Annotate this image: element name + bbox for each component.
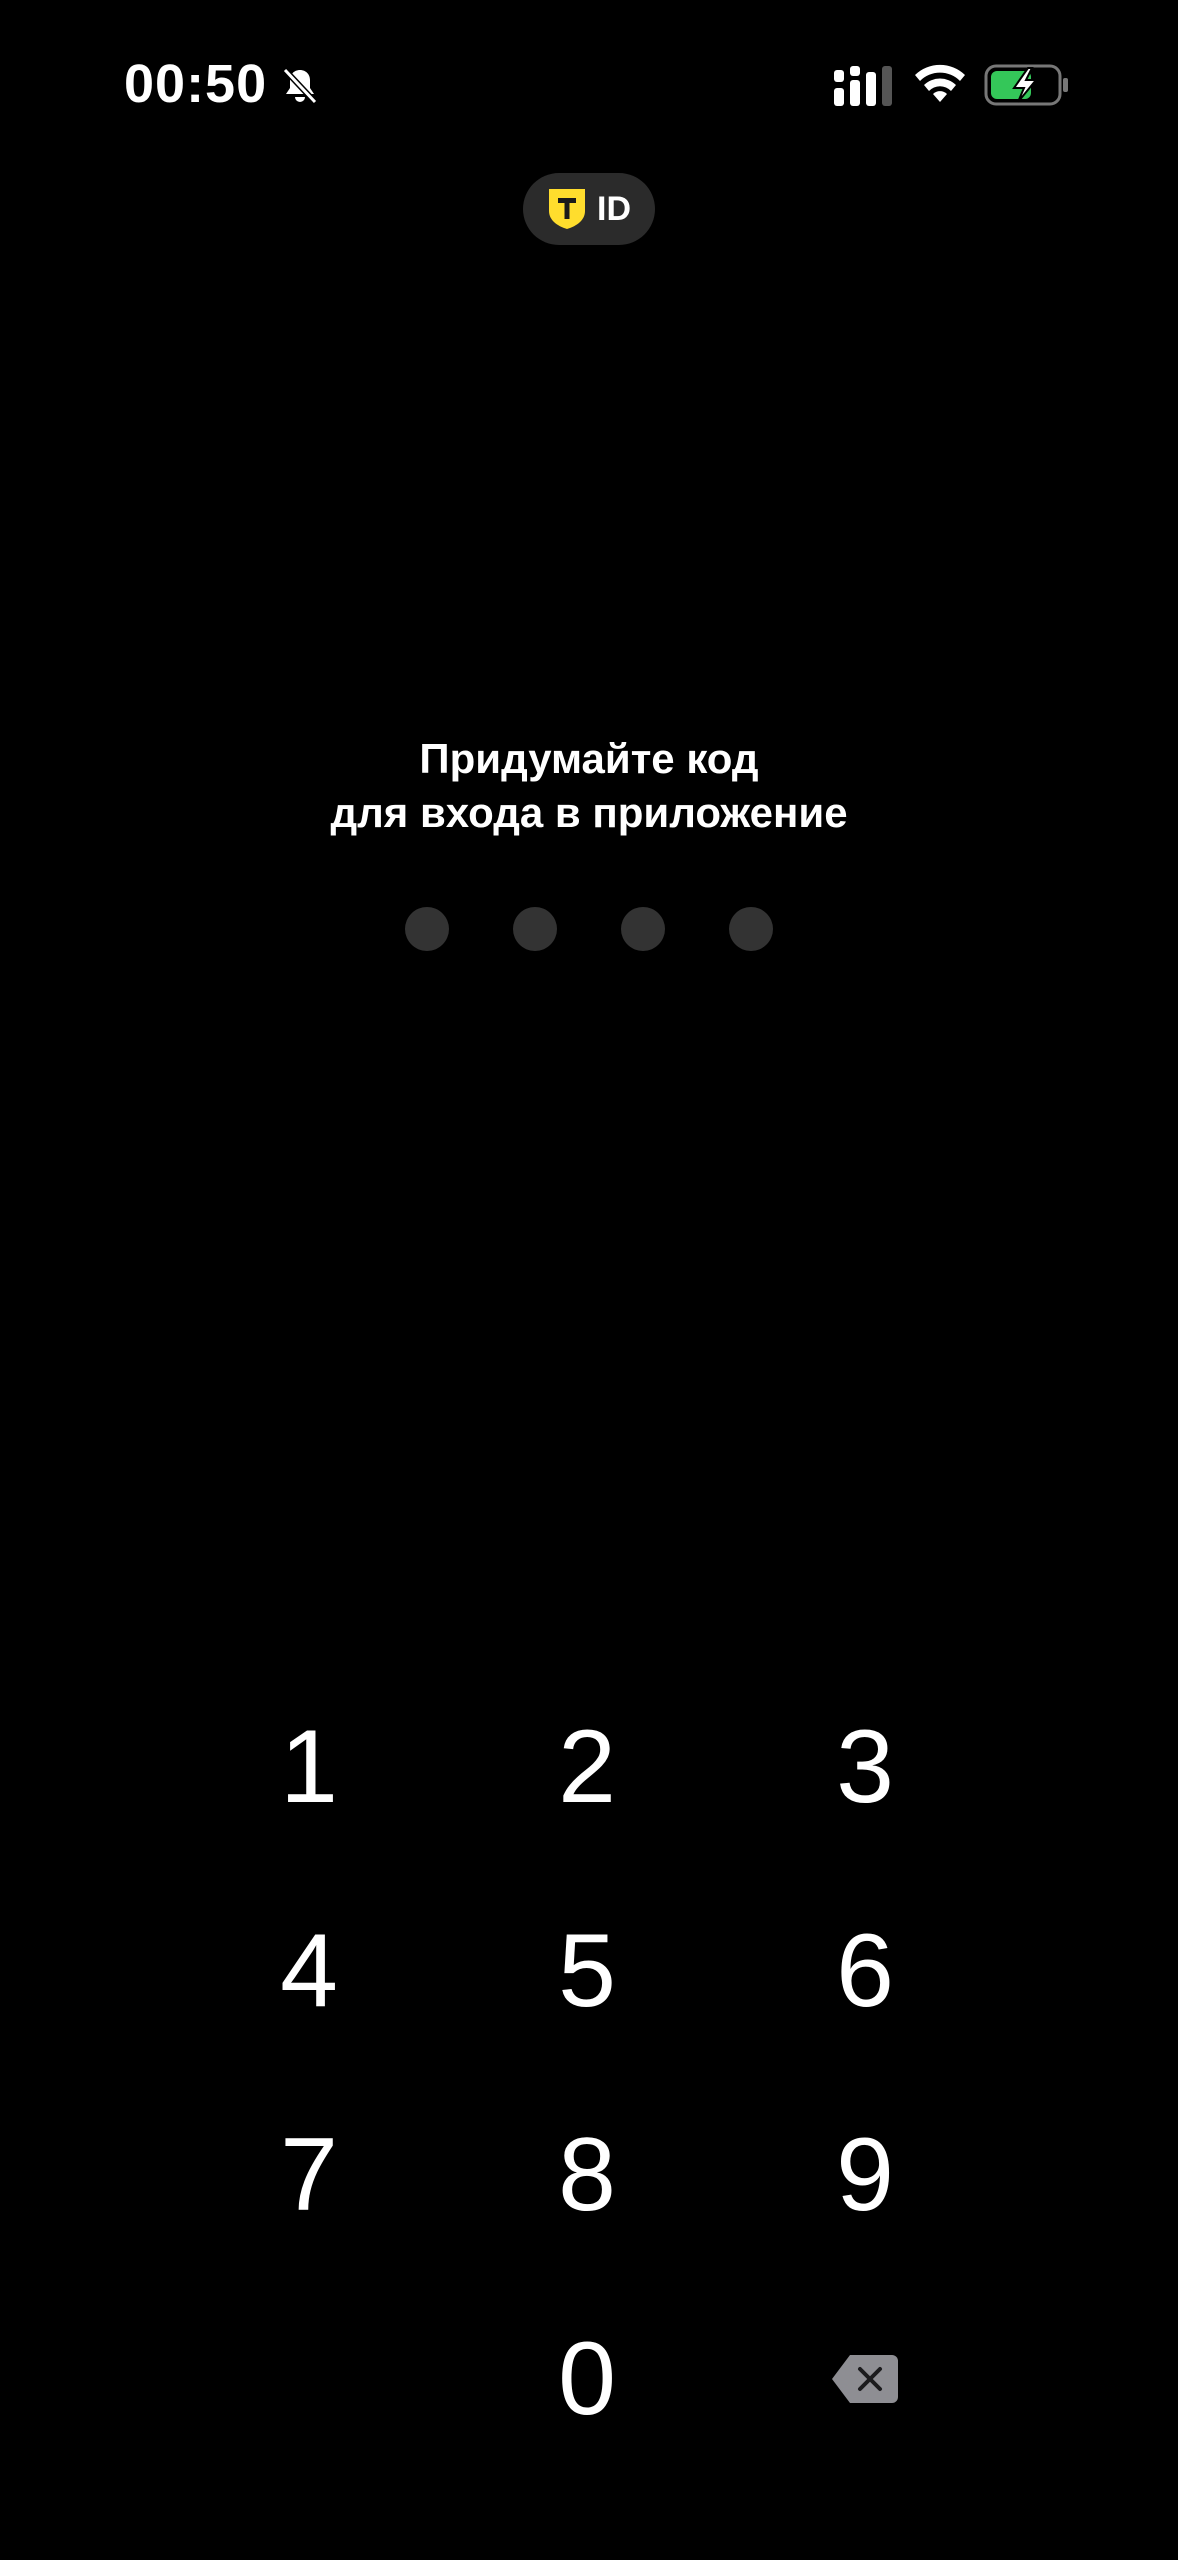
key-5[interactable]: 5 [448,1869,726,2073]
pin-dot-2 [513,907,557,951]
key-6[interactable]: 6 [726,1869,1004,2073]
wifi-icon [915,64,965,102]
status-bar: 00:50 [0,0,1178,170]
key-7[interactable]: 7 [170,2073,448,2277]
key-2[interactable]: 2 [448,1665,726,1869]
key-3[interactable]: 3 [726,1665,1004,1869]
pin-dot-1 [405,907,449,951]
pin-setup-screen: 00:50 ID Придумайте код для входа в прил… [0,0,1178,2560]
key-0[interactable]: 0 [448,2277,726,2481]
numeric-keypad: 1 2 3 4 5 6 7 8 9 0 [170,1665,1008,2481]
page-title: Придумайте код для входа в приложение [0,732,1178,840]
bell-slash-icon [282,67,318,105]
key-9[interactable]: 9 [726,2073,1004,2277]
t-id-badge: ID [523,173,655,245]
badge-text: ID [597,190,631,228]
key-empty [170,2277,448,2481]
key-4[interactable]: 4 [170,1869,448,2073]
signal-icon [834,66,892,106]
pin-dot-3 [621,907,665,951]
backspace-icon [832,2355,898,2403]
key-8[interactable]: 8 [448,2073,726,2277]
t-shield-logo-icon [549,189,585,229]
pin-indicator [0,907,1178,951]
key-1[interactable]: 1 [170,1665,448,1869]
pin-dot-4 [729,907,773,951]
title-line-2: для входа в приложение [330,789,848,836]
battery-charging-icon [984,64,1068,106]
title-line-1: Придумайте код [419,735,759,782]
status-time: 00:50 [124,54,268,114]
backspace-button[interactable] [726,2277,1004,2481]
